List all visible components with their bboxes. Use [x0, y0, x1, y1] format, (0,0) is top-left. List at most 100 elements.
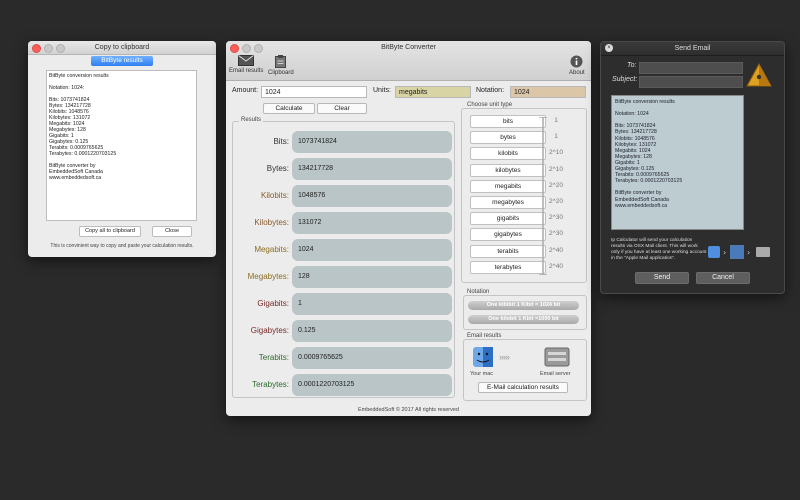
units-label: Units:	[373, 87, 391, 94]
unit-button-terabytes[interactable]: terabytes	[470, 260, 546, 274]
result-value-field[interactable]: 1024	[292, 239, 452, 261]
info-icon	[570, 55, 583, 68]
bitbyte-results-tab[interactable]: BitByte results	[91, 56, 153, 66]
unit-button-gigabytes[interactable]: gigabytes	[470, 228, 546, 242]
unit-power-label: 2^20	[549, 198, 563, 205]
email-titlebar: × Send Email	[601, 42, 784, 56]
result-label: Megabits:	[254, 245, 289, 254]
result-label: Bits:	[273, 137, 289, 146]
unit-power-label: 2^10	[549, 165, 563, 173]
amount-input[interactable]: 1024	[261, 86, 367, 98]
clipboard-titlebar: Copy to clipboard	[28, 41, 216, 55]
unit-button-gigabits[interactable]: gigabits	[470, 212, 546, 226]
minimize-window-icon[interactable]	[44, 44, 53, 53]
unit-type-group: bits 1 bytes 1 kilobits 2^10 kilobytes 2^10 mega…	[461, 108, 587, 283]
clipboard-tool[interactable]: Clipboard	[268, 55, 294, 76]
subject-input[interactable]	[639, 76, 743, 88]
notation-1024-button[interactable]: One kibibit 1 Kibit = 1024 bit	[468, 301, 579, 310]
about-label: About	[569, 70, 585, 76]
copy-all-button[interactable]: Copy all to clipboard	[79, 226, 141, 237]
close-window-icon[interactable]	[32, 44, 41, 53]
results-group-label: Results	[239, 117, 264, 123]
clipboard-window: Copy to clipboard BitByte results BitByt…	[28, 41, 216, 257]
main-window-title: BitByte Converter	[381, 44, 436, 51]
unit-power-label: 1	[554, 117, 558, 124]
result-label: Kilobits:	[260, 191, 289, 200]
email-server-label: Email server	[540, 371, 571, 377]
result-value-field[interactable]: 0.125	[292, 320, 452, 342]
close-window-icon[interactable]	[230, 44, 239, 53]
email-group: Your mac ››››› Email server E-Mail calcu…	[463, 339, 587, 401]
clipboard-note: This is convinient way to copy and paste…	[50, 243, 194, 249]
notation-label: Notation:	[476, 87, 505, 94]
result-label: Kilobytes:	[254, 218, 289, 227]
pyramid-icon	[746, 63, 772, 87]
clipboard-icon	[275, 55, 287, 68]
notation-group: One kibibit 1 Kibit = 1024 bit One kilob…	[463, 295, 587, 330]
clipboard-label: Clipboard	[268, 70, 294, 76]
svg-text:›: ›	[723, 248, 726, 257]
unit-button-bytes[interactable]: bytes	[470, 131, 546, 145]
envelope-icon	[238, 55, 255, 66]
unit-power-label: 2^40	[549, 246, 563, 254]
finder-mac-icon	[473, 347, 493, 367]
email-results-button[interactable]: E-Mail calculation results	[478, 382, 568, 393]
email-results-tool[interactable]: Email results	[229, 55, 263, 74]
result-value-field[interactable]: 1073741824	[292, 131, 452, 153]
toolbar: BitByte Converter Email results Clipboar…	[226, 41, 591, 81]
unit-button-megabits[interactable]: megabits	[470, 179, 546, 193]
arrows-icon: ›››››	[499, 352, 510, 362]
your-mac-label: Your mac	[470, 371, 494, 377]
units-field: megabits	[395, 86, 471, 98]
result-label: Gigabits:	[257, 299, 289, 308]
result-value-field[interactable]: 128	[292, 266, 452, 288]
result-label: Bytes:	[266, 164, 289, 173]
result-label: Terabits:	[258, 353, 289, 362]
result-label: Terabytes:	[252, 380, 289, 389]
result-value-field[interactable]: 0.0001220703125	[292, 374, 452, 396]
zoom-window-icon[interactable]	[254, 44, 263, 53]
cancel-button[interactable]: Cancel	[696, 272, 750, 284]
clipboard-text-area[interactable]: BitByte conversion results Notation: 102…	[46, 70, 197, 221]
zoom-window-icon[interactable]	[56, 44, 65, 53]
main-window: BitByte Converter Email results Clipboar…	[226, 41, 591, 416]
to-input[interactable]	[639, 62, 743, 74]
calculate-button[interactable]: Calculate	[263, 103, 315, 114]
subject-label: Subject:	[612, 76, 638, 83]
result-value-field[interactable]: 1	[292, 293, 452, 315]
about-tool[interactable]: About	[569, 55, 585, 76]
email-window-title: Send Email	[674, 45, 711, 52]
notation-1000-button[interactable]: One kilobit 1 Kbit =1000 bit	[468, 315, 579, 324]
amount-label: Amount:	[232, 87, 259, 94]
email-server-icon	[544, 347, 570, 367]
unit-button-bits[interactable]: bits	[470, 115, 546, 128]
unit-button-kilobytes[interactable]: kilobytes	[470, 163, 546, 177]
result-value-field[interactable]: 0.0009765625	[292, 347, 452, 369]
send-button[interactable]: Send	[635, 272, 689, 284]
main-titlebar: BitByte Converter	[226, 41, 591, 54]
clear-button[interactable]: Clear	[317, 103, 367, 114]
result-value-field[interactable]: 1048576	[292, 185, 452, 207]
result-label: Gigabytes:	[250, 326, 289, 335]
email-results-label: Email results	[229, 68, 264, 74]
unit-power-label: 2^40	[549, 262, 563, 270]
unit-button-megabytes[interactable]: megabytes	[470, 196, 546, 209]
svg-text:›: ›	[747, 248, 750, 257]
unit-power-label: 1	[554, 133, 558, 141]
results-group: Results Bits: 1073741824 Bytes: 134217728 Ki…	[232, 117, 455, 398]
footer: EmbeddedSoft © 2017 All rights reserved	[358, 407, 459, 413]
result-value-field[interactable]: 131072	[292, 212, 452, 234]
result-value-field[interactable]: 134217728	[292, 158, 452, 180]
unit-button-terabits[interactable]: terabits	[470, 244, 546, 258]
clipboard-window-title: Copy to clipboard	[94, 44, 150, 51]
unit-power-label: 2^30	[549, 230, 563, 238]
email-info-text: Ip Calculator will send your calculation…	[611, 238, 707, 261]
close-window-icon[interactable]: ×	[605, 44, 613, 52]
unit-button-kilobits[interactable]: kilobits	[470, 147, 546, 161]
to-label: To:	[627, 62, 637, 69]
mail-transfer-icon: › ›	[708, 245, 770, 259]
minimize-window-icon[interactable]	[242, 44, 251, 53]
notation-field: 1024	[510, 86, 586, 98]
close-button[interactable]: Close	[152, 226, 192, 237]
email-body[interactable]: BitByte conversion results Notation: 102…	[611, 95, 744, 230]
